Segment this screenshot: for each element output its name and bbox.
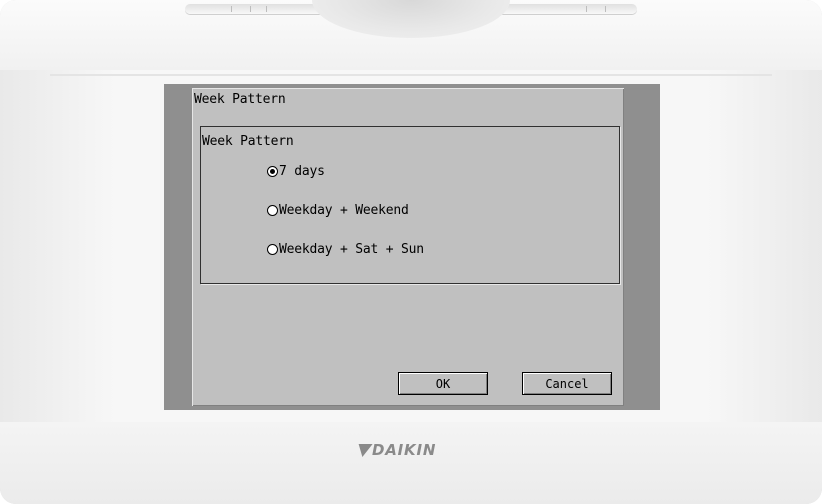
brand-logo: DAIKIN <box>355 441 437 459</box>
cancel-button[interactable]: Cancel <box>522 372 612 395</box>
radio-option-weekday-sat-sun[interactable]: Weekday + Sat + Sun <box>267 242 424 257</box>
radio-option-weekday-weekend[interactable]: Weekday + Weekend <box>267 203 409 218</box>
radio-checked-icon[interactable] <box>267 166 278 177</box>
rail-tick <box>250 6 251 12</box>
radio-label: 7 days <box>279 164 325 179</box>
daikin-logo-icon <box>355 443 373 457</box>
rail-tick <box>266 6 267 12</box>
radio-unchecked-icon[interactable] <box>267 205 278 216</box>
screen-panel: Week Pattern Week Pattern 7 days Weekday… <box>192 88 624 406</box>
rail-tick <box>605 6 606 12</box>
radio-option-7-days[interactable]: 7 days <box>267 164 325 179</box>
group-title: Week Pattern <box>202 134 294 149</box>
radio-label: Weekday + Sat + Sun <box>279 242 424 257</box>
rail-tick <box>231 6 232 12</box>
ok-button[interactable]: OK <box>398 372 488 395</box>
controller-device: Week Pattern Week Pattern 7 days Weekday… <box>0 0 822 504</box>
device-bottom-band <box>0 422 822 504</box>
radio-label: Weekday + Weekend <box>279 203 409 218</box>
radio-unchecked-icon[interactable] <box>267 244 278 255</box>
bezel-edge-line <box>50 74 772 76</box>
brand-name: DAIKIN <box>372 441 437 459</box>
rail-tick <box>586 6 587 12</box>
week-pattern-group: Week Pattern 7 days Weekday + Weekend We… <box>200 126 620 284</box>
page-title: Week Pattern <box>194 92 286 107</box>
